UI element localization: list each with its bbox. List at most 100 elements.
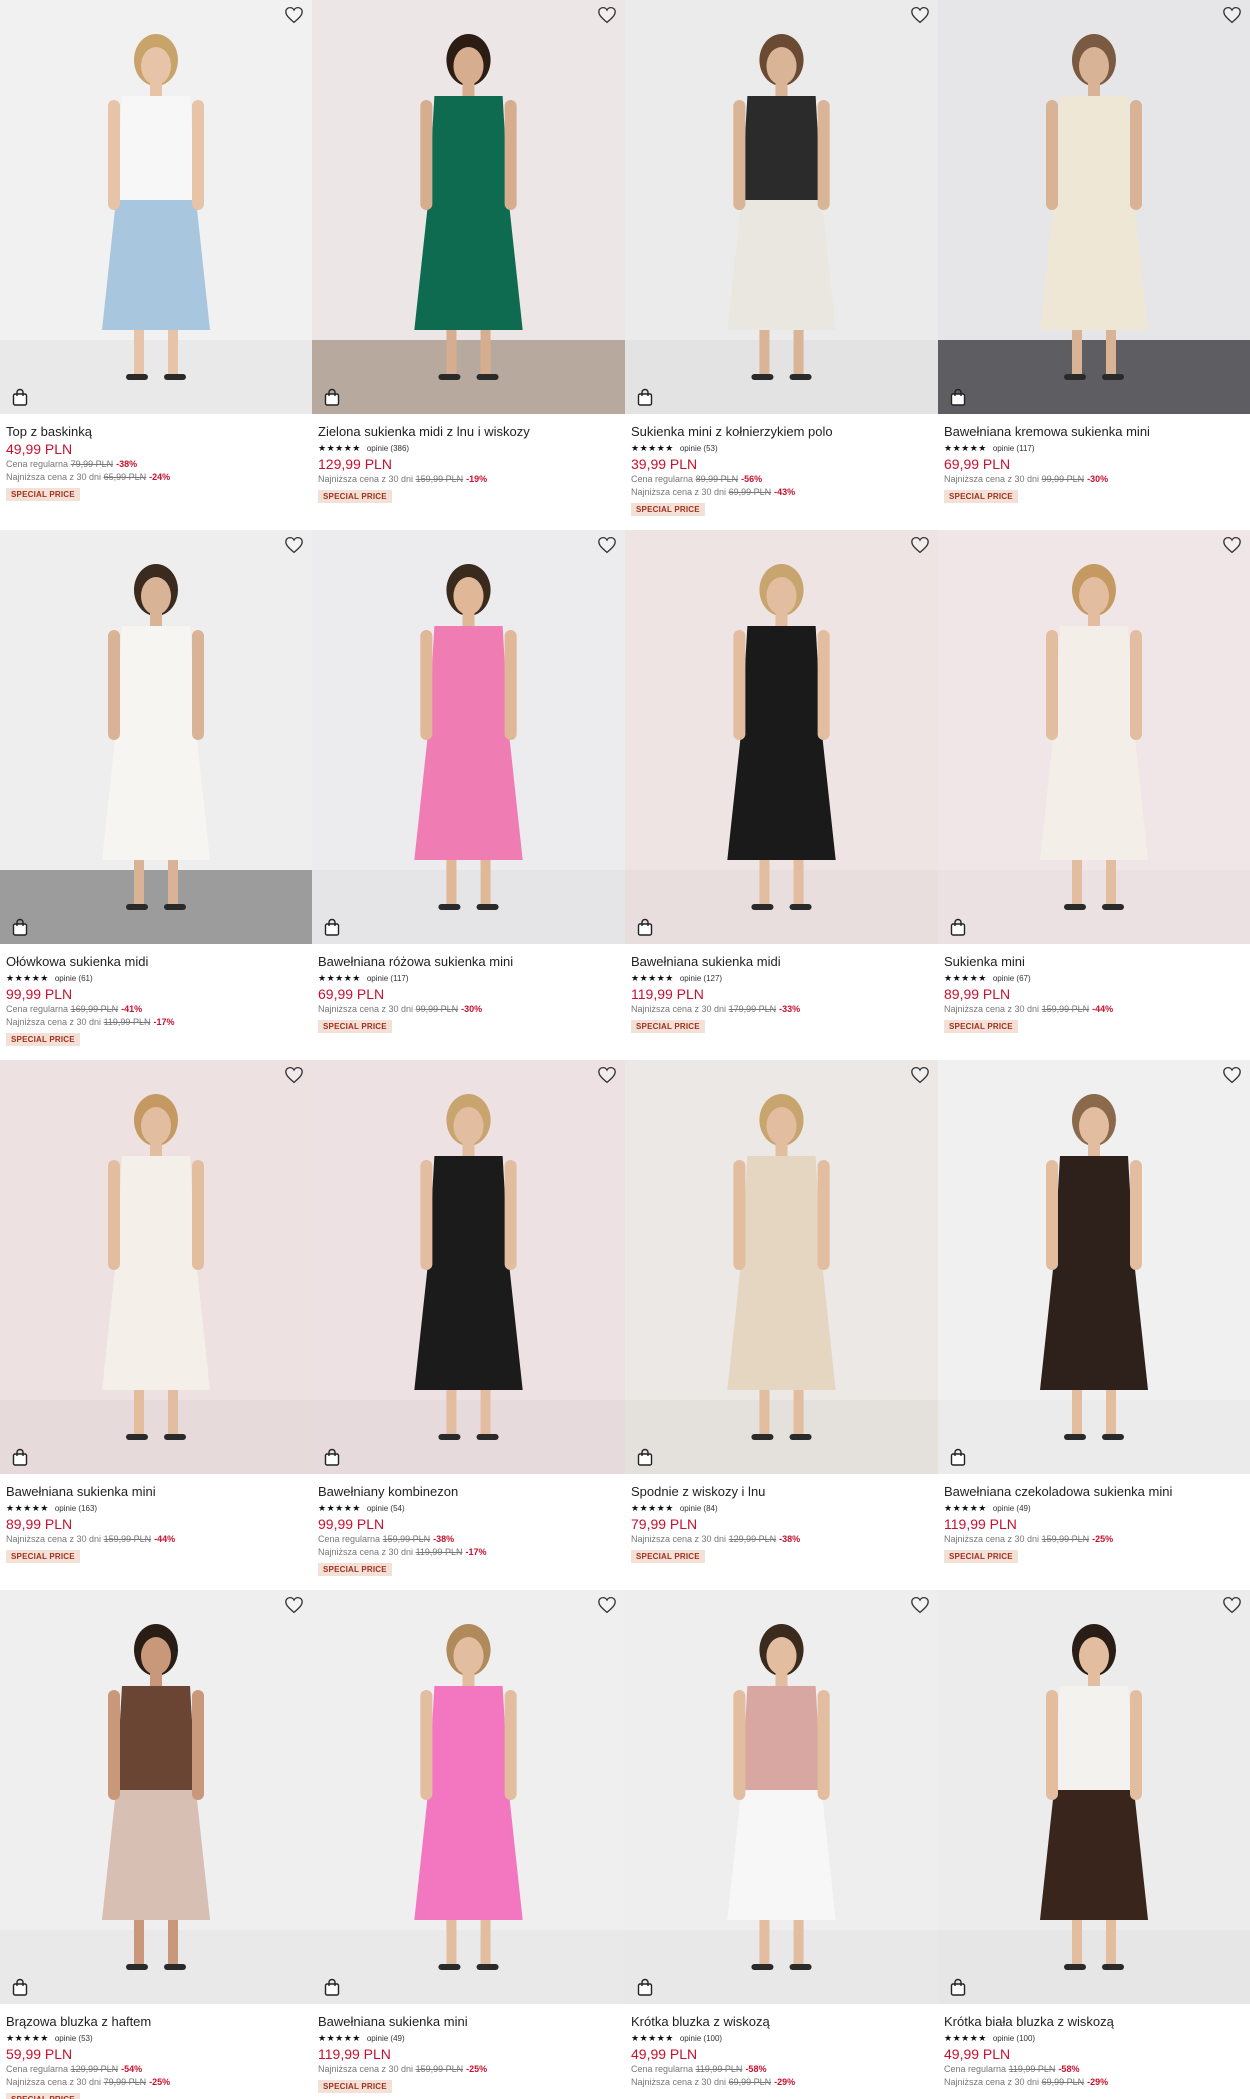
add-to-cart-bag-icon[interactable] <box>324 918 340 936</box>
wishlist-heart-icon[interactable] <box>597 536 617 554</box>
product-name[interactable]: Brązowa bluzka z haftem <box>6 2014 306 2030</box>
wishlist-heart-icon[interactable] <box>284 6 304 24</box>
star-rating-icon: ★★★★★ <box>944 973 987 984</box>
product-name[interactable]: Ołówkowa sukienka midi <box>6 954 306 970</box>
product-photo[interactable] <box>938 530 1250 944</box>
product-card[interactable]: Sukienka mini z kołnierzykiem polo ★★★★★ o… <box>625 0 938 530</box>
add-to-cart-bag-icon[interactable] <box>637 1978 653 1996</box>
product-photo[interactable] <box>312 530 625 944</box>
price-history-line: Najniższa cena z 30 dni 179,99 PLN -33% <box>631 1003 932 1016</box>
reviews-count[interactable]: opinie (53) <box>55 2034 93 2043</box>
reviews-count[interactable]: opinie (49) <box>367 2034 405 2043</box>
add-to-cart-bag-icon[interactable] <box>12 1448 28 1466</box>
wishlist-heart-icon[interactable] <box>597 1066 617 1084</box>
add-to-cart-bag-icon[interactable] <box>12 1978 28 1996</box>
product-card[interactable]: Ołówkowa sukienka midi ★★★★★ opinie (61) 99… <box>0 530 312 1060</box>
product-photo[interactable] <box>0 1060 312 1474</box>
product-card[interactable]: Bawełniana kremowa sukienka mini ★★★★★ opi… <box>938 0 1250 530</box>
add-to-cart-bag-icon[interactable] <box>12 388 28 406</box>
product-photo[interactable] <box>938 1060 1250 1474</box>
product-name[interactable]: Bawełniana sukienka mini <box>318 2014 619 2030</box>
product-photo[interactable] <box>625 1060 938 1474</box>
product-name[interactable]: Sukienka mini <box>944 954 1244 970</box>
product-card[interactable]: Bawełniana różowa sukienka mini ★★★★★ opin… <box>312 530 625 1060</box>
product-card[interactable]: Zielona sukienka midi z lnu i wiskozy ★★★… <box>312 0 625 530</box>
wishlist-heart-icon[interactable] <box>284 1066 304 1084</box>
add-to-cart-bag-icon[interactable] <box>12 918 28 936</box>
product-photo[interactable] <box>625 0 938 414</box>
reviews-count[interactable]: opinie (61) <box>55 974 93 983</box>
wishlist-heart-icon[interactable] <box>284 536 304 554</box>
wishlist-heart-icon[interactable] <box>910 1596 930 1614</box>
add-to-cart-bag-icon[interactable] <box>637 388 653 406</box>
wishlist-heart-icon[interactable] <box>910 6 930 24</box>
product-info: Sukienka mini ★★★★★ opinie (67) 89,99 PLN Na… <box>938 944 1250 1034</box>
wishlist-heart-icon[interactable] <box>1222 6 1242 24</box>
product-card[interactable]: Krótka biała bluzka z wiskozą ★★★★★ opinie… <box>938 1590 1250 2099</box>
product-photo[interactable] <box>312 0 625 414</box>
product-card[interactable]: Bawełniany kombinezon ★★★★★ opinie (54) 99,… <box>312 1060 625 1590</box>
add-to-cart-bag-icon[interactable] <box>637 1448 653 1466</box>
add-to-cart-bag-icon[interactable] <box>950 388 966 406</box>
add-to-cart-bag-icon[interactable] <box>950 1978 966 1996</box>
reviews-count[interactable]: opinie (117) <box>367 974 409 983</box>
product-card[interactable]: Spodnie z wiskozy i lnu ★★★★★ opinie (84) 7… <box>625 1060 938 1590</box>
wishlist-heart-icon[interactable] <box>1222 1596 1242 1614</box>
product-card[interactable]: Bawełniana sukienka mini ★★★★★ opinie (49)… <box>312 1590 625 2099</box>
product-card[interactable]: Bawełniana czekoladowa sukienka mini ★★★★… <box>938 1060 1250 1590</box>
add-to-cart-bag-icon[interactable] <box>950 1448 966 1466</box>
product-photo[interactable] <box>0 530 312 944</box>
reviews-count[interactable]: opinie (49) <box>993 1504 1031 1513</box>
product-name[interactable]: Zielona sukienka midi z lnu i wiskozy <box>318 424 619 440</box>
product-card[interactable]: Bawełniana sukienka midi ★★★★★ opinie (127… <box>625 530 938 1060</box>
product-card[interactable]: Krótka bluzka z wiskozą ★★★★★ opinie (100)… <box>625 1590 938 2099</box>
product-card[interactable]: Bawełniana sukienka mini ★★★★★ opinie (163… <box>0 1060 312 1590</box>
add-to-cart-bag-icon[interactable] <box>324 1978 340 1996</box>
product-photo[interactable] <box>0 0 312 414</box>
wishlist-heart-icon[interactable] <box>284 1596 304 1614</box>
model-illustration <box>938 1590 1250 2004</box>
reviews-count[interactable]: opinie (100) <box>993 2034 1035 2043</box>
product-name[interactable]: Krótka biała bluzka z wiskozą <box>944 2014 1244 2030</box>
reviews-count[interactable]: opinie (163) <box>55 1504 97 1513</box>
product-name[interactable]: Sukienka mini z kołnierzykiem polo <box>631 424 932 440</box>
product-photo[interactable] <box>625 530 938 944</box>
price-history-line: Najniższa cena z 30 dni 65,99 PLN -24% <box>6 471 306 484</box>
wishlist-heart-icon[interactable] <box>597 1596 617 1614</box>
reviews-count[interactable]: opinie (127) <box>680 974 722 983</box>
product-name[interactable]: Bawełniana sukienka mini <box>6 1484 306 1500</box>
product-photo[interactable] <box>0 1590 312 2004</box>
product-name[interactable]: Spodnie z wiskozy i lnu <box>631 1484 932 1500</box>
reviews-count[interactable]: opinie (53) <box>680 444 718 453</box>
product-name[interactable]: Bawełniany kombinezon <box>318 1484 619 1500</box>
add-to-cart-bag-icon[interactable] <box>637 918 653 936</box>
product-name[interactable]: Bawełniana czekoladowa sukienka mini <box>944 1484 1244 1500</box>
wishlist-heart-icon[interactable] <box>1222 1066 1242 1084</box>
product-name[interactable]: Bawełniana sukienka midi <box>631 954 932 970</box>
product-photo[interactable] <box>938 0 1250 414</box>
wishlist-heart-icon[interactable] <box>597 6 617 24</box>
product-photo[interactable] <box>312 1060 625 1474</box>
product-card[interactable]: Brązowa bluzka z haftem ★★★★★ opinie (53) 5… <box>0 1590 312 2099</box>
wishlist-heart-icon[interactable] <box>1222 536 1242 554</box>
add-to-cart-bag-icon[interactable] <box>324 1448 340 1466</box>
product-card[interactable]: Sukienka mini ★★★★★ opinie (67) 89,99 PLN Na… <box>938 530 1250 1060</box>
reviews-count[interactable]: opinie (117) <box>993 444 1035 453</box>
product-photo[interactable] <box>938 1590 1250 2004</box>
reviews-count[interactable]: opinie (54) <box>367 1504 405 1513</box>
wishlist-heart-icon[interactable] <box>910 536 930 554</box>
product-name[interactable]: Bawełniana kremowa sukienka mini <box>944 424 1244 440</box>
product-photo[interactable] <box>312 1590 625 2004</box>
product-name[interactable]: Krótka bluzka z wiskozą <box>631 2014 932 2030</box>
product-photo[interactable] <box>625 1590 938 2004</box>
add-to-cart-bag-icon[interactable] <box>950 918 966 936</box>
product-name[interactable]: Top z baskinką <box>6 424 306 440</box>
product-card[interactable]: Top z baskinką 49,99 PLN Cena regularna 79… <box>0 0 312 530</box>
reviews-count[interactable]: opinie (84) <box>680 1504 718 1513</box>
reviews-count[interactable]: opinie (100) <box>680 2034 722 2043</box>
reviews-count[interactable]: opinie (386) <box>367 444 409 453</box>
wishlist-heart-icon[interactable] <box>910 1066 930 1084</box>
product-name[interactable]: Bawełniana różowa sukienka mini <box>318 954 619 970</box>
add-to-cart-bag-icon[interactable] <box>324 388 340 406</box>
reviews-count[interactable]: opinie (67) <box>993 974 1031 983</box>
